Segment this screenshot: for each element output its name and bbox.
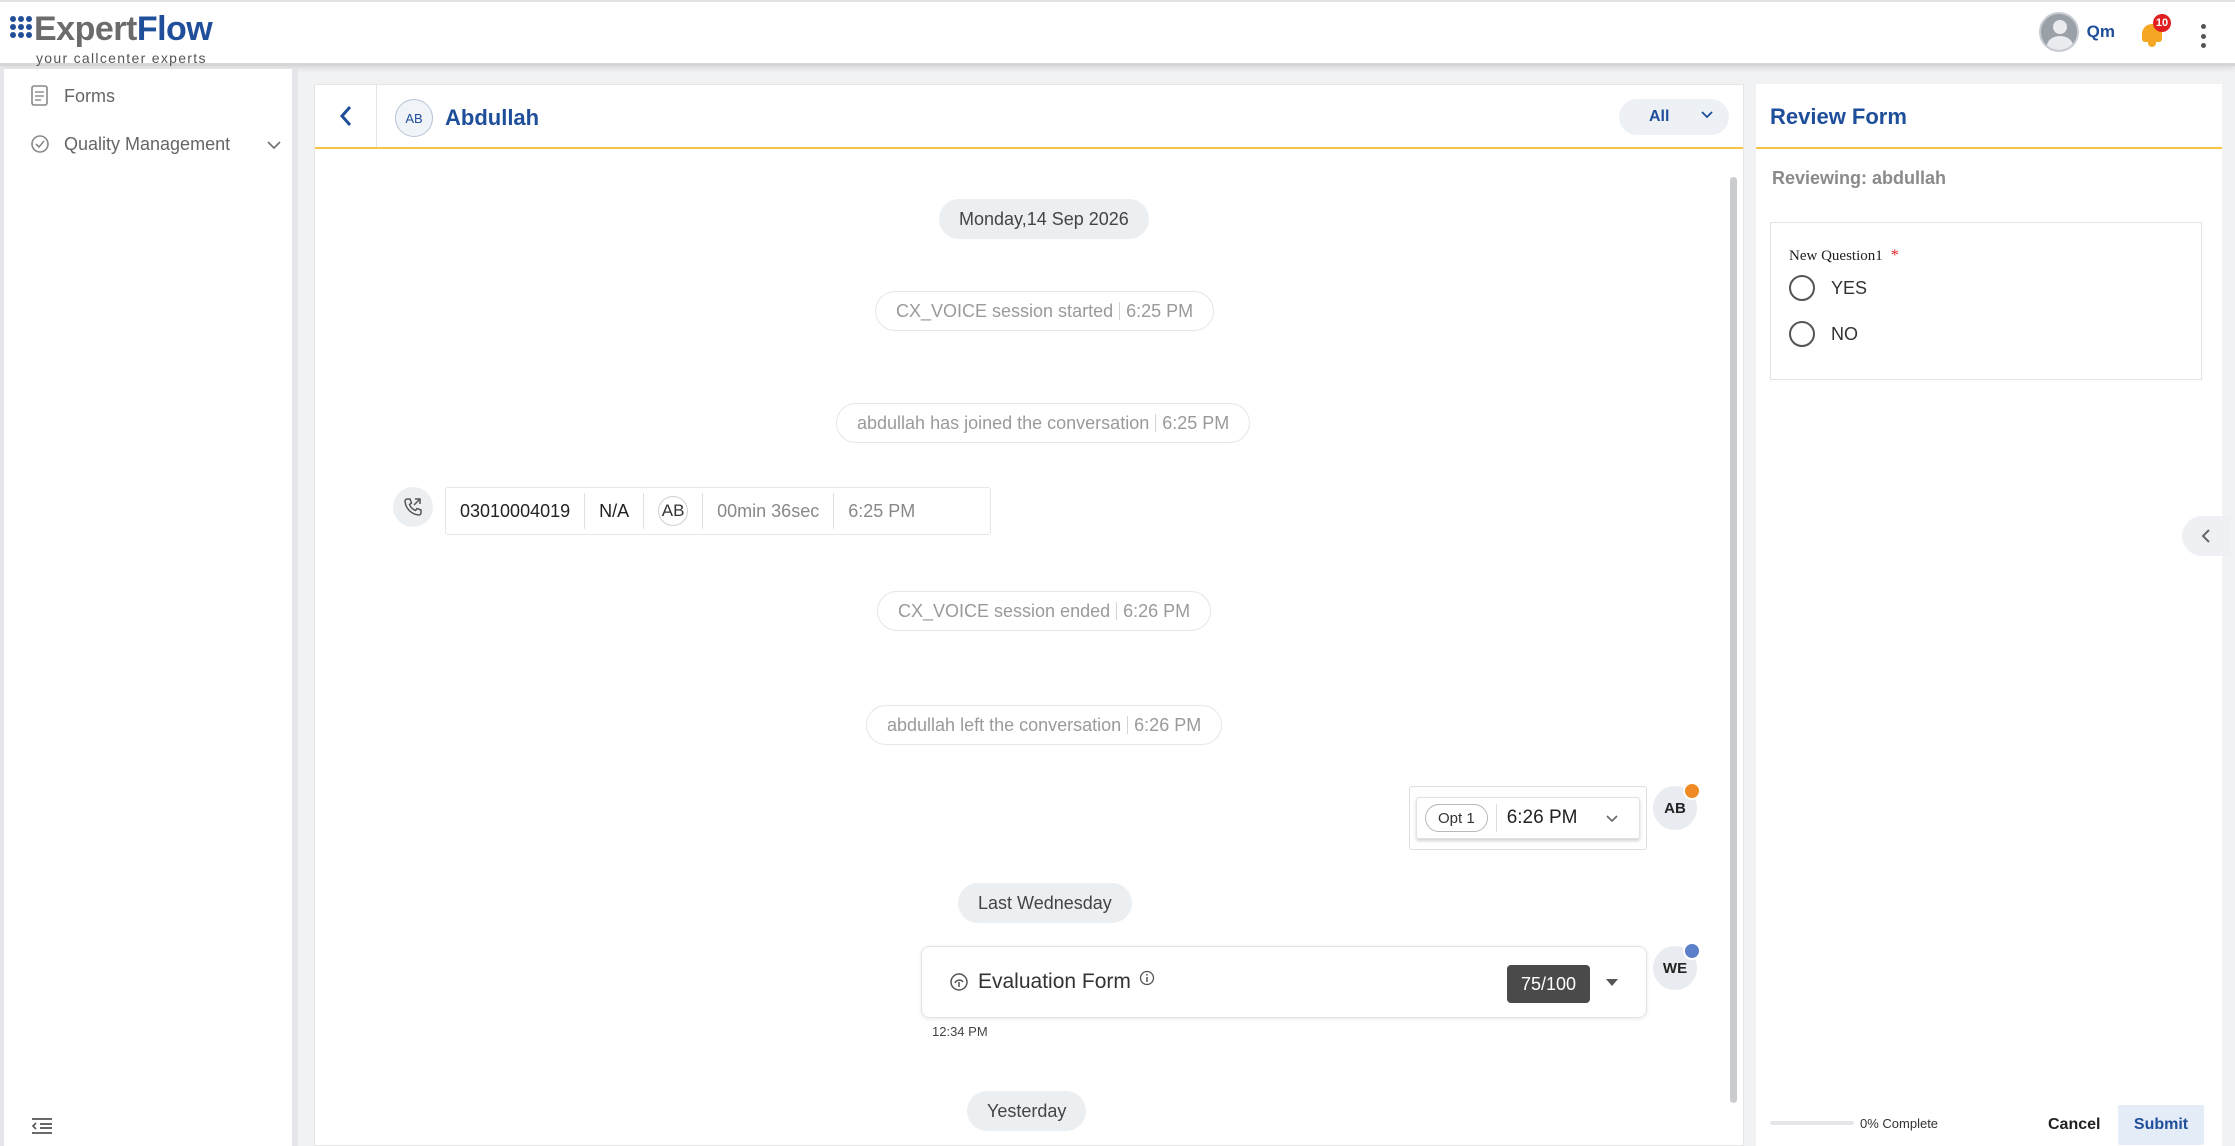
radio-button[interactable]: [1789, 321, 1815, 347]
sidebar: Forms Quality Management: [0, 69, 298, 1146]
notification-count-badge: 10: [2153, 14, 2171, 32]
channel-badge-icon: [1683, 782, 1701, 800]
review-form-panel: Review Form Reviewing: abdullah New Ques…: [1756, 84, 2222, 1146]
sender-avatar: AB: [1653, 782, 1701, 830]
date-separator: Yesterday: [967, 1091, 1087, 1131]
customer-name: Abdullah: [445, 105, 540, 130]
chevron-left-icon: [339, 106, 351, 126]
question-card: New Question1 * YES NO: [1770, 222, 2202, 380]
completion-label: 0% Complete: [1860, 1116, 1939, 1131]
top-bar: ExpertFlow your callcenter experts Qm 10: [0, 0, 2235, 66]
info-icon[interactable]: [1139, 970, 1155, 986]
collapse-sidebar-icon[interactable]: [30, 1116, 54, 1136]
sidebar-item-label: Forms: [64, 85, 115, 106]
sidebar-item-quality-management[interactable]: Quality Management: [30, 133, 230, 155]
radio-option-yes[interactable]: YES: [1789, 275, 1867, 301]
collapse-panel-button[interactable]: [2182, 516, 2230, 556]
quality-check-icon: [31, 135, 49, 153]
sender-avatar: WE: [1653, 942, 1701, 990]
date-separator: Monday,14 Sep 2026: [939, 199, 1149, 239]
back-button[interactable]: [315, 85, 377, 147]
user-menu[interactable]: Qm: [2038, 12, 2115, 52]
user-initials: Qm: [2086, 22, 2115, 41]
system-event: abdullah has joined the conversation 6:25…: [836, 403, 1251, 443]
call-duration: 00min 36sec: [703, 493, 835, 529]
date-separator: Last Wednesday: [958, 883, 1132, 923]
caret-down-icon[interactable]: [1606, 979, 1618, 986]
phone-call-icon: [393, 487, 433, 527]
logo-tagline: your callcenter experts: [36, 50, 207, 66]
reviewing-label: Reviewing: abdullah: [1772, 168, 1947, 188]
logo-text: ExpertFlow: [34, 10, 213, 48]
evaluation-title: Evaluation Form: [978, 970, 1131, 993]
option-chip[interactable]: Opt 1: [1425, 804, 1488, 832]
call-number: 03010004019: [446, 493, 586, 529]
call-status: N/A: [585, 493, 645, 529]
conversation-header: AB Abdullah All: [315, 85, 1743, 149]
system-event: abdullah left the conversation 6:26 PM: [866, 705, 1223, 745]
review-form-title: Review Form: [1770, 104, 1907, 129]
submit-button[interactable]: Submit: [2118, 1105, 2204, 1145]
form-icon: [31, 85, 48, 106]
channel-filter-select[interactable]: All: [1619, 99, 1729, 135]
chevron-down-icon[interactable]: [266, 139, 282, 151]
logo-grid-icon: [10, 16, 32, 38]
sidebar-item-forms[interactable]: Forms: [30, 85, 115, 107]
more-options-button[interactable]: [2201, 24, 2207, 48]
channel-badge-icon: [1683, 942, 1701, 960]
call-details-card[interactable]: 03010004019 N/A AB 00min 36sec 6:25 PM: [445, 487, 991, 535]
user-avatar-icon: [2038, 12, 2079, 52]
option-message: Opt 1 6:26 PM: [1409, 786, 1647, 850]
evaluation-score-badge: 75/100: [1506, 965, 1590, 1003]
message-time: 6:26 PM: [1495, 804, 1577, 832]
scrollbar[interactable]: [1730, 177, 1737, 1103]
chevron-left-icon: [2201, 529, 2210, 543]
system-event: CX_VOICE session ended 6:26 PM: [877, 591, 1212, 631]
chevron-down-icon: [1701, 111, 1713, 119]
cancel-button[interactable]: Cancel: [2034, 1107, 2114, 1143]
completion-progress-bar: [1770, 1121, 1854, 1125]
agent-avatar: AB: [658, 496, 689, 526]
sidebar-item-label: Quality Management: [64, 133, 231, 154]
evaluation-icon: [950, 973, 968, 991]
option-select[interactable]: Opt 1 6:26 PM: [1416, 797, 1640, 839]
question-label: New Question1 *: [1789, 247, 1899, 264]
call-agent: AB: [644, 493, 704, 529]
message-time: 12:34 PM: [932, 1024, 988, 1039]
conversation-panel: AB Abdullah All Monday,14 Sep 2026 CX_VO…: [314, 84, 1744, 1146]
radio-option-no[interactable]: NO: [1789, 321, 1858, 347]
customer-avatar: AB: [395, 99, 433, 137]
evaluation-form-card[interactable]: Evaluation Form 75/100: [921, 946, 1647, 1018]
radio-button[interactable]: [1789, 275, 1815, 301]
required-marker: *: [1890, 247, 1899, 264]
system-event: CX_VOICE session started 6:25 PM: [875, 291, 1215, 331]
notifications-button[interactable]: 10: [2139, 14, 2171, 48]
call-time: 6:25 PM: [848, 500, 916, 521]
chevron-down-icon[interactable]: [1605, 814, 1619, 824]
filter-value: All: [1649, 108, 1670, 125]
